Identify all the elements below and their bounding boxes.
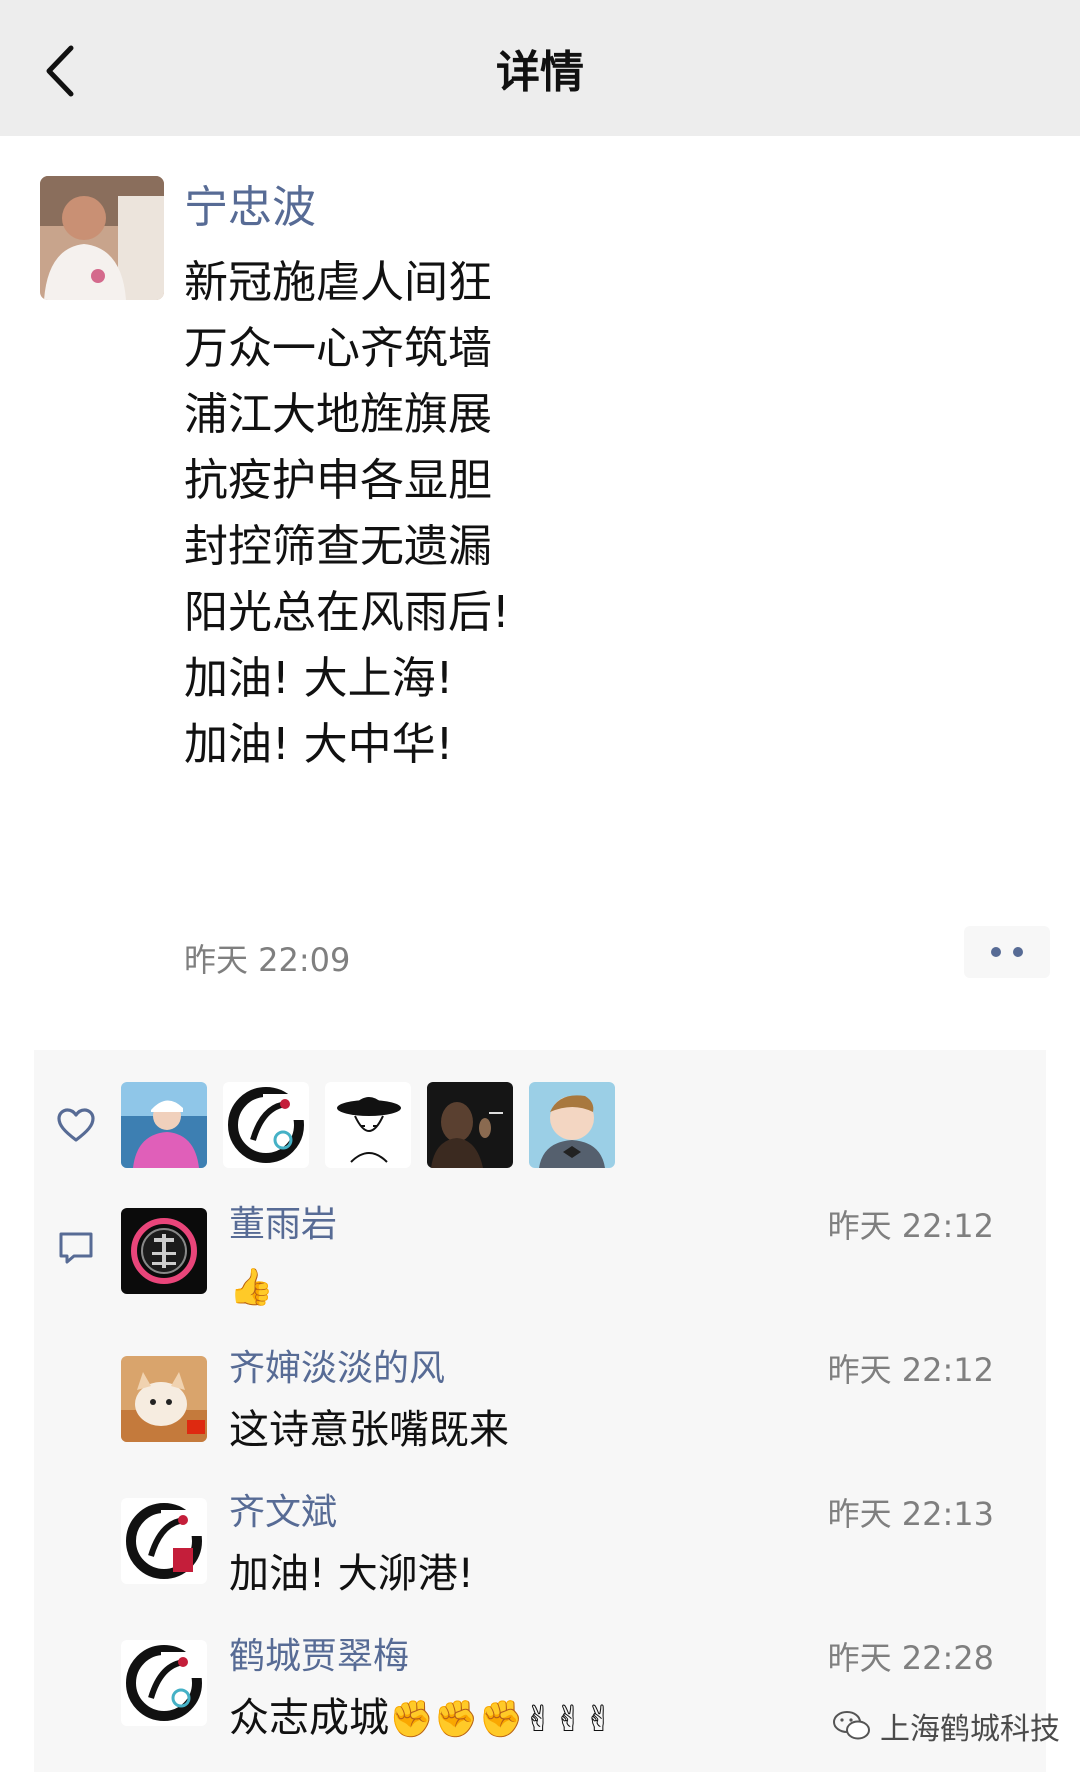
commenter-name[interactable]: 齐婶淡淡的风 [229, 1346, 445, 1392]
commenter-avatar[interactable] [121, 1356, 207, 1442]
comment-text-body: 众志成城 [229, 1695, 389, 1741]
post-timestamp: 昨天 22:09 [184, 941, 351, 979]
post-line: 浦江大地旌旗展 [184, 389, 492, 440]
like-avatar[interactable] [427, 1082, 513, 1168]
post-line: 加油! 大上海! [184, 653, 454, 704]
more-dots-icon-part [1013, 947, 1023, 957]
like-avatar[interactable] [121, 1082, 207, 1168]
watermark-text: 上海鹤城科技 [880, 1712, 1060, 1747]
commenter-avatar[interactable] [121, 1208, 207, 1294]
post-line: 抗疫护申各显胆 [184, 455, 492, 506]
comment-timestamp: 昨天 22:13 [827, 1495, 994, 1533]
post-line: 万众一心齐筑墙 [184, 323, 492, 374]
comment-text: 加油! 大泖港! [229, 1551, 474, 1597]
commenter-name[interactable]: 董雨岩 [229, 1202, 337, 1248]
like-avatar[interactable] [529, 1082, 615, 1168]
commenter-avatar[interactable] [121, 1498, 207, 1584]
commenter-name[interactable]: 鹤城贾翠梅 [229, 1634, 409, 1680]
poster-name[interactable]: 宁忠波 [184, 178, 316, 238]
fist-victory-emojis: ✊✊✊✌✌✌ [389, 1699, 614, 1740]
post-line: 新冠施虐人间狂 [184, 257, 492, 308]
heart-icon [57, 1108, 95, 1142]
comment-text: 这诗意张嘴既来 [229, 1407, 509, 1453]
back-button[interactable] [30, 38, 90, 104]
poster-avatar[interactable] [40, 176, 164, 300]
comment-timestamp: 昨天 22:12 [827, 1351, 994, 1389]
commenter-name[interactable]: 齐文斌 [229, 1490, 337, 1536]
post-line: 加油! 大中华! [184, 719, 454, 770]
post-line: 阳光总在风雨后! [184, 587, 510, 638]
wechat-icon [833, 1711, 870, 1740]
post-text: 新冠施虐人间狂 万众一心齐筑墙 浦江大地旌旗展 抗疫护申各显胆 封控筛查无遗漏 … [184, 250, 510, 778]
like-avatar[interactable] [325, 1082, 411, 1168]
top-navigation-bar [0, 0, 1080, 136]
more-dots-icon [991, 947, 1001, 957]
comment-text: 👍 [229, 1260, 274, 1314]
comment-timestamp: 昨天 22:28 [827, 1639, 994, 1677]
more-actions-button[interactable] [964, 926, 1050, 978]
commenter-avatar[interactable] [121, 1640, 207, 1726]
comment-text: 众志成城✊✊✊✌✌✌ [229, 1692, 614, 1746]
comment-timestamp: 昨天 22:12 [827, 1207, 994, 1245]
account-watermark: 上海鹤城科技 [832, 1704, 1060, 1748]
post-line: 封控筛查无遗漏 [184, 521, 492, 572]
comment-icon [59, 1232, 93, 1264]
thumbs-up-emoji: 👍 [229, 1267, 274, 1308]
chevron-left-icon [46, 45, 74, 97]
like-avatar[interactable] [223, 1082, 309, 1168]
